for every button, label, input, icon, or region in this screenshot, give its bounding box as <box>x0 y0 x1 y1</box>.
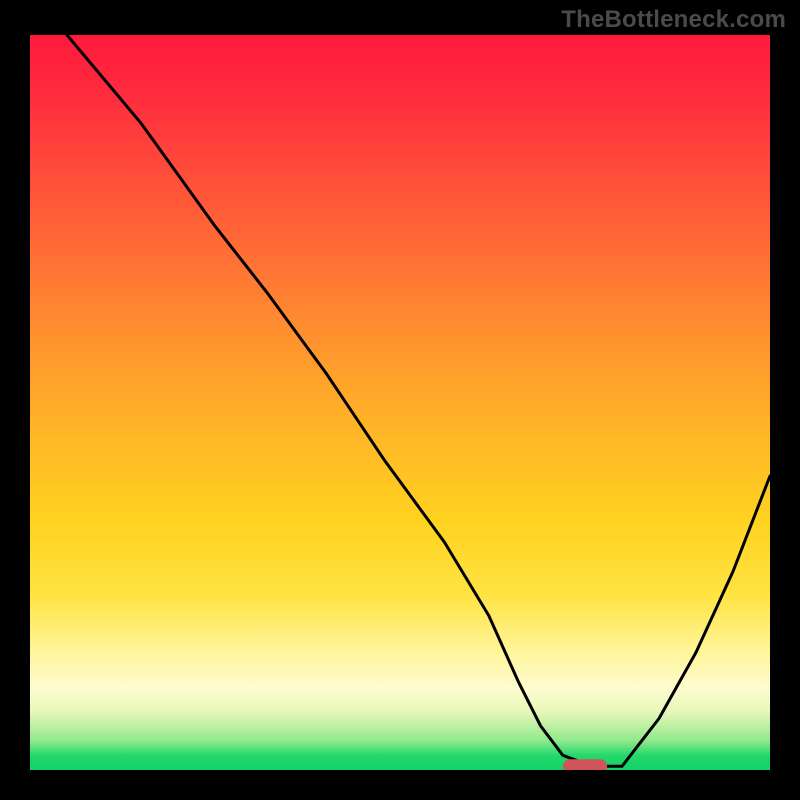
watermark-label: TheBottleneck.com <box>561 6 786 34</box>
plot-background-gradient <box>30 35 770 770</box>
chart-frame: TheBottleneck.com <box>0 0 800 800</box>
